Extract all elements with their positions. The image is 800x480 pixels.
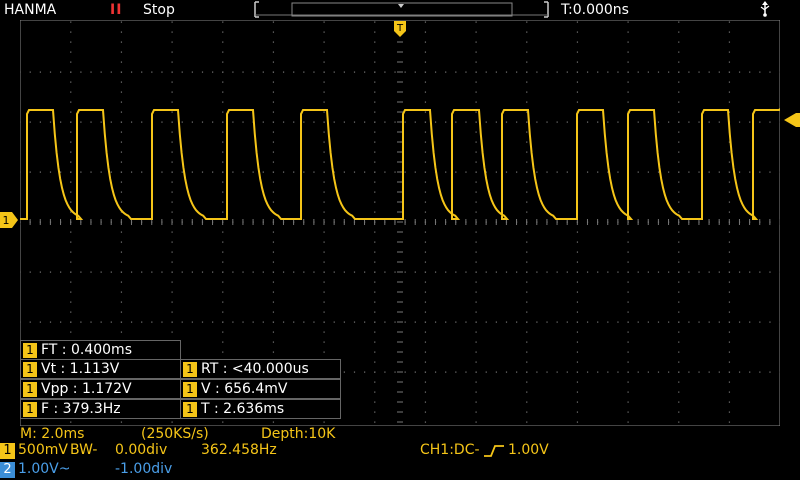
run-stop-icon[interactable]: II (110, 2, 122, 18)
ch1-bandwidth: BW- (70, 442, 98, 458)
measure-frequency: 1F : 379.3Hz (20, 399, 181, 419)
rising-edge-icon (484, 445, 504, 457)
run-state-label: Stop (143, 2, 175, 18)
ch1-scale: 500mV (18, 442, 68, 458)
trigger-position-text: T (396, 23, 404, 34)
usb-icon (760, 1, 770, 17)
memory-position-marker (398, 4, 404, 8)
measure-period: 1T : 2.636ms (180, 399, 341, 419)
trigger-level-label: 1.00V (508, 442, 549, 458)
measure-voltage-value: V : 656.4mV (201, 381, 288, 397)
measure-channel-badge: 1 (23, 401, 37, 417)
acquisition-status-bar: M: 2.0ms (250KS/s) Depth:10K (0, 426, 800, 442)
measure-channel-badge: 1 (183, 381, 197, 397)
measure-channel-badge: 1 (23, 381, 37, 397)
measure-voltage: 1V : 656.4mV (180, 379, 341, 399)
measure-top-voltage-value: Vt : 1.113V (41, 361, 120, 377)
trigger-source-label[interactable]: CH1:DC- (420, 442, 480, 458)
measure-peak-to-peak: 1 Vpp : 1.172V (20, 379, 181, 399)
memory-bar (254, 1, 549, 18)
measure-peak-to-peak-value: Vpp : 1.172V (41, 381, 132, 397)
measure-channel-badge: 1 (183, 401, 197, 417)
measure-fall-time-value: FT : 0.400ms (41, 342, 132, 358)
measure-channel-badge: 1 (23, 342, 37, 358)
measure-rise-time-value: RT : <40.000us (201, 361, 309, 377)
measure-period-value: T : 2.636ms (201, 401, 285, 417)
memory-depth-label[interactable]: Depth:10K (261, 426, 335, 442)
measure-channel-badge: 1 (183, 361, 197, 377)
measure-rise-time: 1 RT : <40.000us (180, 359, 341, 379)
measure-frequency-value: F : 379.3Hz (41, 401, 121, 417)
measure-top-voltage: 1 Vt : 1.113V (20, 359, 181, 379)
measure-fall-time: 1 FT : 0.400ms (20, 340, 181, 360)
ch2-badge[interactable]: 2 (0, 462, 15, 478)
ch2-scale: 1.00V~ (18, 461, 71, 477)
trigger-level-marker[interactable] (784, 113, 800, 127)
ch2-offset: -1.00div (115, 461, 173, 477)
ch1-ground-marker[interactable]: 1 (0, 212, 18, 228)
trigger-time-label: T:0.000ns (561, 2, 629, 18)
top-status-bar: HANMA II Stop T:0.000ns (0, 0, 800, 20)
ch1-status-row[interactable]: 1 500mV BW- 0.00div 362.458Hz CH1:DC- 1.… (0, 442, 800, 460)
ch2-status-row[interactable]: 2 1.00V~ -1.00div (0, 461, 800, 479)
trigger-position-marker[interactable]: T (393, 20, 407, 38)
timebase-label[interactable]: M: 2.0ms (20, 426, 84, 442)
ch1-offset: 0.00div (115, 442, 168, 458)
brand-label: HANMA (4, 2, 57, 18)
ch1-badge[interactable]: 1 (0, 443, 15, 459)
measure-channel-badge: 1 (23, 361, 37, 377)
ch1-frequency-counter: 362.458Hz (201, 442, 277, 458)
sample-rate-label: (250KS/s) (141, 426, 209, 442)
ch1-ground-marker-text: 1 (3, 214, 10, 227)
